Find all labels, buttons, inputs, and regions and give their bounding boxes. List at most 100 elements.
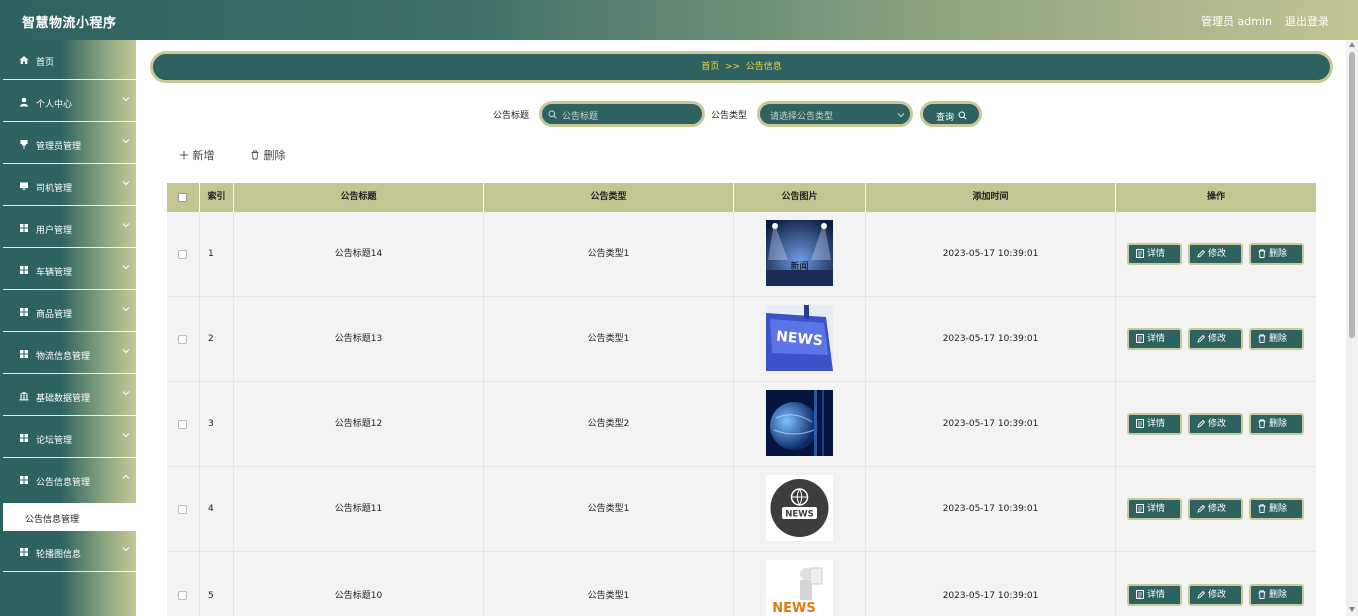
row-time: 2023-05-17 10:39:01 [866,552,1116,616]
document-icon [1136,590,1144,599]
row-index: 1 [200,212,234,297]
pin-icon [20,140,28,149]
sidebar-item-vehicle[interactable]: 车辆管理 [3,250,136,290]
sidebar-item-user[interactable]: 用户管理 [3,208,136,248]
bank-icon [19,391,29,401]
edit-button-label: 修改 [1208,419,1227,429]
edit-button[interactable]: 修改 [1188,584,1243,606]
batch-delete-button[interactable]: 删除 [250,147,286,163]
sidebar-item-admin[interactable]: 管理员管理 [3,124,136,164]
delete-button-label: 删除 [1269,419,1288,429]
edit-button[interactable]: 修改 [1188,498,1243,520]
sidebar-item-label: 车辆管理 [36,268,73,278]
delete-button[interactable]: 删除 [1249,328,1304,350]
edit-button-label: 修改 [1208,504,1227,514]
sidebar-item-label: 个人中心 [36,100,73,110]
title-search-input[interactable]: 公告标题 [539,101,705,127]
detail-button-label: 详情 [1147,249,1166,259]
notice-image-news-globe[interactable]: NEWS [766,475,833,541]
document-icon [1136,504,1144,513]
breadcrumb-home[interactable]: 首页 [701,62,719,72]
delete-button-label: 删除 [1269,504,1288,514]
query-button-label: 查询 [936,113,955,123]
table-row: 2 公告标题13 公告类型1 NEWS 2023-05-17 10:39:01 … [167,297,1316,382]
edit-icon [1197,249,1206,258]
row-time: 2023-05-17 10:39:01 [866,297,1116,382]
document-icon [1136,419,1144,428]
delete-button[interactable]: 删除 [1249,498,1304,520]
delete-button[interactable]: 删除 [1249,243,1304,265]
row-index: 3 [200,382,234,467]
chevron-down-icon [122,265,130,270]
type-select[interactable]: 请选择公告类型 [757,101,913,127]
edit-button[interactable]: 修改 [1188,328,1243,350]
sidebar-subitem-label: 公告信息管理 [25,515,80,525]
notice-table: 索引 公告标题 公告类型 公告图片 添加时间 操作 1 公告标题14 公告类型1… [167,183,1316,616]
edit-button-label: 修改 [1208,334,1227,344]
sidebar-item-basic-data[interactable]: 基础数据管理 [3,376,136,416]
table-row: 3 公告标题12 公告类型2 2023-05-17 10:39:01 详情 修改… [167,382,1316,467]
sidebar-item-label: 用户管理 [36,226,73,236]
edit-icon [1197,504,1206,513]
chevron-down-icon [122,181,130,186]
delete-button[interactable]: 删除 [1249,413,1304,435]
current-user[interactable]: 管理员 admin [1201,13,1272,29]
sidebar-item-goods[interactable]: 商品管理 [3,292,136,332]
trash-icon [1258,504,1266,513]
document-icon [1136,249,1144,258]
sidebar-item-label: 首页 [36,58,55,68]
sidebar-item-label: 物流信息管理 [36,352,91,362]
detail-button[interactable]: 详情 [1127,243,1182,265]
scroll-down-icon[interactable] [1349,607,1355,612]
top-bar: 智慧物流小程序 管理员 admin 退出登录 [0,0,1358,40]
grid-icon [20,434,28,442]
row-title: 公告标题13 [234,297,484,382]
row-title: 公告标题14 [234,212,484,297]
search-icon [958,111,967,120]
sidebar-item-logistics[interactable]: 物流信息管理 [3,334,136,374]
delete-button-label: 删除 [1269,590,1288,600]
sidebar-item-home[interactable]: 首页 [3,40,136,80]
chevron-down-icon [897,113,905,118]
plus-icon [180,151,188,159]
header-actions: 操作 [1206,192,1225,202]
select-all-checkbox[interactable] [178,193,187,202]
edit-button[interactable]: 修改 [1188,243,1243,265]
add-button[interactable]: 新增 [179,147,215,163]
chevron-down-icon [122,433,130,438]
scrollbar-thumb[interactable] [1349,52,1355,338]
sidebar-item-carousel[interactable]: 轮播图信息 [3,532,136,572]
sidebar-item-forum[interactable]: 论坛管理 [3,418,136,458]
logout-link[interactable]: 退出登录 [1285,13,1329,29]
trash-icon [1258,334,1266,343]
scroll-up-icon[interactable] [1349,42,1355,47]
edit-button[interactable]: 修改 [1188,413,1243,435]
sidebar-subitem-notice-management[interactable]: 公告信息管理 [3,503,136,531]
trash-icon [1258,419,1266,428]
notice-image-globe[interactable] [766,390,833,456]
row-title: 公告标题12 [234,382,484,467]
query-button[interactable]: 查询 [920,101,982,127]
batch-delete-button-label: 删除 [263,149,286,162]
row-type: 公告类型1 [484,212,734,297]
notice-image-news-key[interactable]: NEWS [766,305,833,371]
image-text: NEWS [785,510,813,520]
sidebar-item-label: 论坛管理 [36,436,73,446]
sidebar-item-profile[interactable]: 个人中心 [3,82,136,122]
grid-icon [20,350,28,358]
sidebar-item-label: 基础数据管理 [36,394,91,404]
trash-icon [251,150,259,160]
vertical-scrollbar[interactable] [1346,40,1358,616]
sidebar-item-driver[interactable]: 司机管理 [3,166,136,206]
notice-image-news-figure[interactable]: NEWS [766,560,833,616]
detail-button[interactable]: 详情 [1127,413,1182,435]
detail-button[interactable]: 详情 [1127,584,1182,606]
header-select-all [167,183,200,212]
delete-button[interactable]: 删除 [1249,584,1304,606]
detail-button[interactable]: 详情 [1127,498,1182,520]
notice-image-spotlight[interactable]: 新闻 [766,220,833,286]
detail-button[interactable]: 详情 [1127,328,1182,350]
chevron-down-icon [122,391,130,396]
sidebar-item-label: 轮播图信息 [36,550,82,560]
sidebar-item-notice[interactable]: 公告信息管理 [3,460,136,500]
